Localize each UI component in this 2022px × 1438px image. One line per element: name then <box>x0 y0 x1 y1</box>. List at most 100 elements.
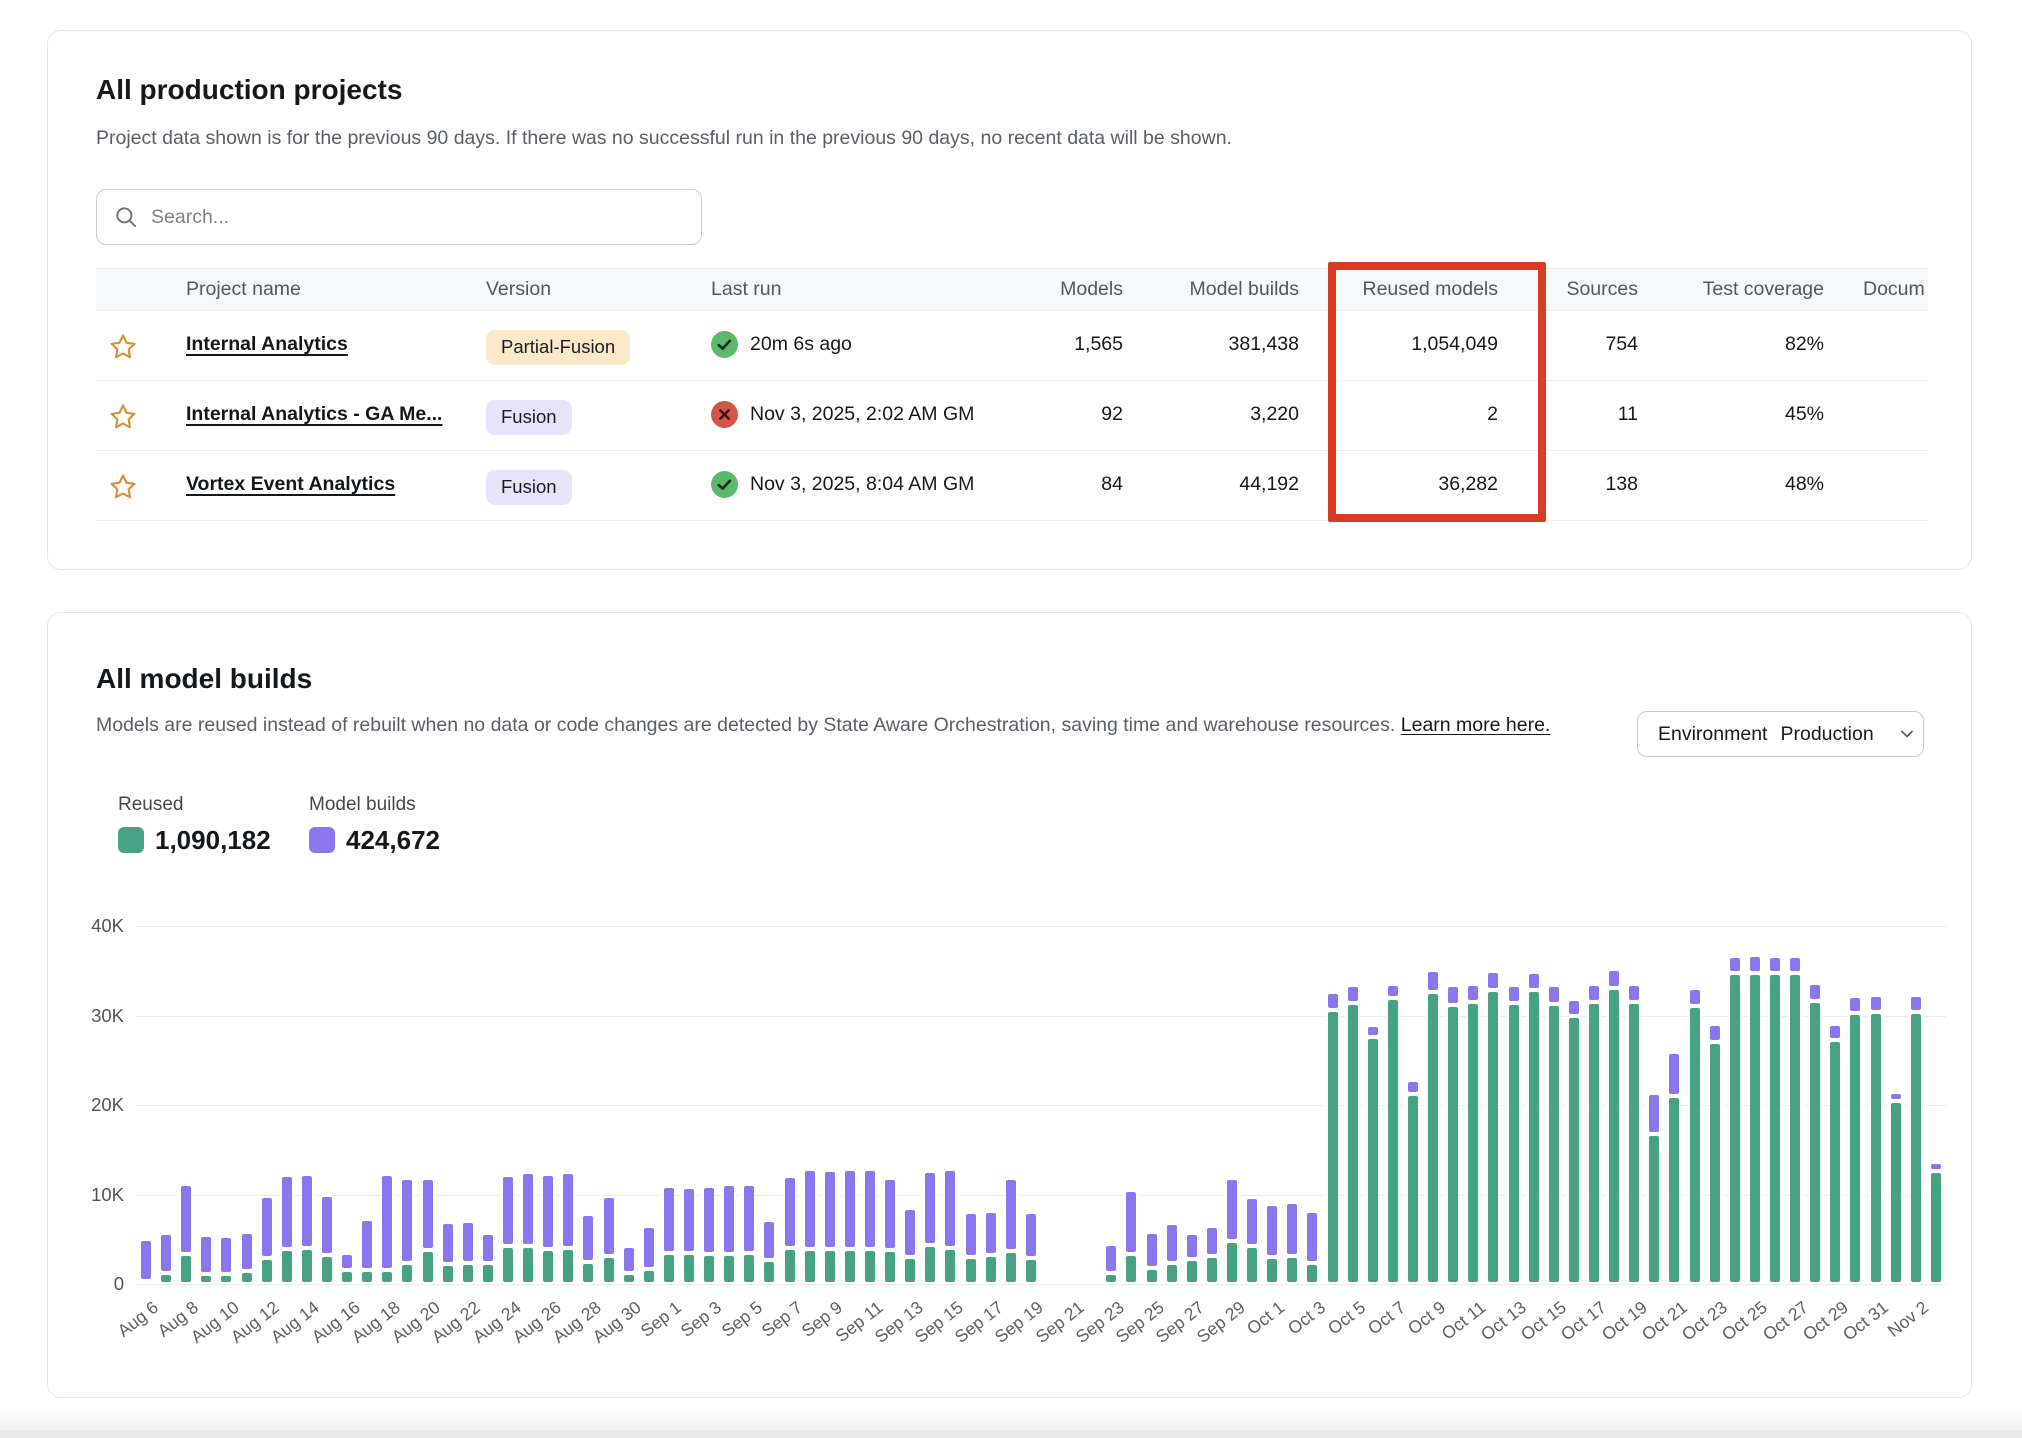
legend-swatch-reused <box>118 827 144 853</box>
bar-segment-model-builds <box>561 1172 575 1248</box>
chart-bar <box>1567 926 1581 1284</box>
bar-segment-reused <box>843 1249 857 1284</box>
bar-segment-reused <box>1346 1003 1360 1284</box>
bar-segment-reused <box>642 1269 656 1284</box>
chart-bar <box>260 926 274 1284</box>
chart-bar <box>1024 926 1038 1284</box>
chart-bar <box>421 926 435 1284</box>
bar-segment-reused <box>240 1271 254 1284</box>
bar-segment-model-builds <box>1667 1052 1681 1096</box>
project-name-link[interactable]: Internal Analytics - GA Me... <box>186 403 442 425</box>
bar-segment-model-builds <box>1346 985 1360 1003</box>
test-coverage-cell: 48% <box>1664 473 1824 496</box>
bar-segment-reused <box>1205 1256 1219 1284</box>
favorite-star-icon[interactable] <box>106 400 140 434</box>
bar-segment-reused <box>803 1249 817 1284</box>
chart-bar <box>199 926 213 1284</box>
chart-bar <box>1828 926 1842 1284</box>
bar-segment-reused <box>461 1263 475 1284</box>
bar-segment-model-builds <box>762 1220 776 1260</box>
y-axis-tick-label: 20K <box>70 1094 124 1116</box>
bar-segment-model-builds <box>380 1174 394 1270</box>
bar-segment-model-builds <box>1366 1025 1380 1037</box>
chart-bar <box>521 926 535 1284</box>
bar-segment-model-builds <box>1185 1233 1199 1259</box>
bar-segment-reused <box>1607 988 1621 1284</box>
chart-bar <box>1104 926 1118 1284</box>
chart-bar <box>1788 926 1802 1284</box>
chart-bar <box>1527 926 1541 1284</box>
chart-bar <box>602 926 616 1284</box>
bar-segment-model-builds <box>461 1221 475 1263</box>
bar-segment-reused <box>622 1273 636 1284</box>
bar-segment-model-builds <box>1326 992 1340 1010</box>
bar-segment-reused <box>199 1274 213 1284</box>
bar-segment-model-builds <box>1547 985 1561 1004</box>
column-header-sources: Sources <box>1528 278 1638 301</box>
bar-segment-model-builds <box>1486 971 1500 991</box>
bar-segment-model-builds <box>742 1184 756 1253</box>
bar-segment-reused <box>1124 1254 1138 1284</box>
bar-segment-reused <box>1929 1171 1943 1284</box>
bar-segment-reused <box>1305 1263 1319 1284</box>
chart-bar <box>179 926 193 1284</box>
bar-segment-model-builds <box>1285 1202 1299 1257</box>
bar-segment-reused <box>943 1248 957 1284</box>
bar-segment-model-builds <box>1145 1232 1159 1268</box>
chart-bar <box>923 926 937 1284</box>
bar-segment-model-builds <box>159 1233 173 1273</box>
all-production-projects-card: All production projects Project data sho… <box>47 30 1972 570</box>
model-builds-chart: 010K20K30K40KAug 6Aug 8Aug 10Aug 12Aug 1… <box>136 926 1946 1284</box>
version-cell: Fusion <box>486 470 696 505</box>
last-run-text: Nov 3, 2025, 8:04 AM GM <box>750 473 974 496</box>
learn-more-link[interactable]: Learn more here. <box>1401 714 1551 736</box>
bar-segment-reused <box>219 1274 233 1284</box>
search-input[interactable] <box>151 206 685 229</box>
bar-segment-model-builds <box>1386 984 1400 997</box>
projects-card-description: Project data shown is for the previous 9… <box>96 127 1232 150</box>
bar-segment-reused <box>1104 1273 1118 1284</box>
bar-segment-reused <box>1265 1257 1279 1284</box>
chart-bar <box>1004 926 1018 1284</box>
reused-models-cell: 36,282 <box>1338 473 1498 496</box>
bar-segment-reused <box>1386 998 1400 1284</box>
model-builds-cell: 3,220 <box>1129 403 1299 426</box>
chart-bar <box>783 926 797 1284</box>
bar-segment-model-builds <box>1788 956 1802 974</box>
chart-bar <box>1808 926 1822 1284</box>
bar-segment-reused <box>1909 1012 1923 1284</box>
bar-segment-reused <box>742 1253 756 1284</box>
environment-select[interactable]: Environment Production <box>1637 711 1924 757</box>
column-header-models: Models <box>963 278 1123 301</box>
bar-segment-model-builds <box>1587 984 1601 1002</box>
bar-segment-reused <box>903 1257 917 1284</box>
chart-bar <box>1708 926 1722 1284</box>
bar-segment-reused <box>1486 990 1500 1284</box>
column-header-test-coverage: Test coverage <box>1664 278 1824 301</box>
bar-segment-model-builds <box>783 1176 797 1248</box>
project-search-box[interactable] <box>96 189 702 245</box>
project-name-link[interactable]: Internal Analytics <box>186 333 348 355</box>
chart-bar <box>1406 926 1420 1284</box>
chart-bar <box>581 926 595 1284</box>
builds-card-description-text: Models are reused instead of rebuilt whe… <box>96 714 1401 736</box>
chart-bar <box>1185 926 1199 1284</box>
sources-cell: 138 <box>1528 473 1638 496</box>
favorite-star-icon[interactable] <box>106 330 140 364</box>
version-badge: Fusion <box>486 470 572 505</box>
project-name-link[interactable]: Vortex Event Analytics <box>186 473 395 495</box>
chart-bar <box>400 926 414 1284</box>
bar-segment-model-builds <box>803 1169 817 1249</box>
chart-bar <box>964 926 978 1284</box>
favorite-star-icon[interactable] <box>106 470 140 504</box>
sources-cell: 11 <box>1528 403 1638 426</box>
chart-bar <box>1366 926 1380 1284</box>
bar-segment-model-builds <box>1305 1211 1319 1263</box>
bar-segment-model-builds <box>400 1178 414 1262</box>
model-builds-cell: 44,192 <box>1129 473 1299 496</box>
bar-segment-reused <box>682 1253 696 1284</box>
chart-bar <box>1748 926 1762 1284</box>
bar-segment-model-builds <box>1446 985 1460 1005</box>
chart-bar <box>1889 926 1903 1284</box>
chevron-down-icon <box>1897 724 1917 744</box>
